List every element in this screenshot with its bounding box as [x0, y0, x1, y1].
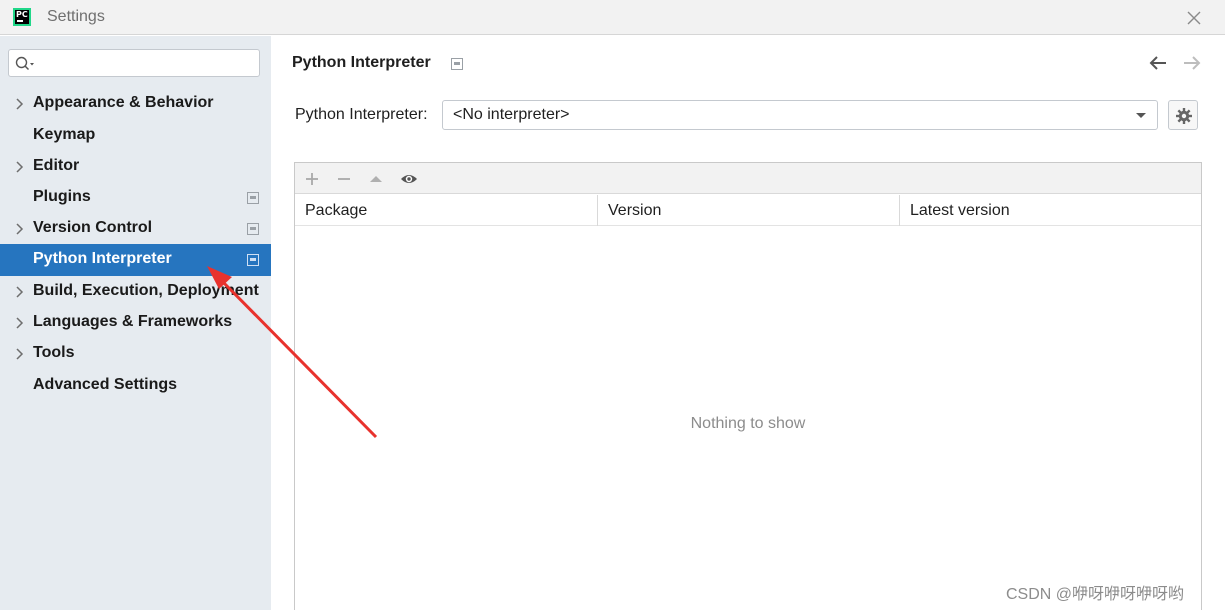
title-bar: PC Settings — [0, 0, 1225, 35]
sidebar-item-plugins[interactable]: Plugins — [0, 182, 271, 214]
sidebar-item-label: Appearance & Behavior — [33, 94, 214, 111]
chevron-right-icon[interactable] — [15, 286, 24, 298]
interpreter-label: Python Interpreter: — [295, 106, 428, 123]
sidebar-item-appearance-behavior[interactable]: Appearance & Behavior — [0, 88, 271, 120]
gear-icon — [1176, 108, 1192, 124]
interpreter-settings-button[interactable] — [1168, 100, 1198, 130]
column-header-version[interactable]: Version — [597, 195, 899, 226]
sidebar-item-label: Keymap — [33, 126, 96, 143]
remove-icon[interactable] — [335, 170, 353, 188]
upgrade-icon[interactable] — [367, 170, 385, 188]
chevron-right-icon[interactable] — [15, 98, 24, 110]
sidebar-item-label: Python Interpreter — [33, 250, 172, 267]
chevron-down-icon — [1136, 113, 1146, 118]
sidebar-item-languages-frameworks[interactable]: Languages & Frameworks — [0, 307, 271, 339]
sidebar-item-python-interpreter[interactable]: Python Interpreter — [0, 244, 271, 276]
sidebar-item-label: Version Control — [33, 219, 153, 236]
column-header-package[interactable]: Package — [295, 195, 597, 226]
project-scope-icon — [247, 192, 259, 204]
search-input[interactable] — [39, 53, 249, 73]
eye-icon[interactable] — [400, 170, 418, 188]
chevron-right-icon[interactable] — [15, 223, 24, 235]
window-title: Settings — [47, 8, 105, 25]
packages-panel: Package Version Latest version Nothing t… — [294, 162, 1202, 610]
python-interpreter-page: Python Interpreter Python Interpreter: <… — [271, 36, 1225, 610]
add-icon[interactable] — [303, 170, 321, 188]
chevron-right-icon[interactable] — [15, 161, 24, 173]
sidebar-item-keymap[interactable]: Keymap — [0, 120, 271, 152]
settings-search[interactable] — [8, 49, 260, 77]
sidebar-item-version-control[interactable]: Version Control — [0, 213, 271, 245]
chevron-right-icon[interactable] — [15, 317, 24, 329]
sidebar-item-label: Build, Execution, Deployment — [33, 282, 259, 299]
project-scope-icon — [247, 254, 259, 266]
sidebar-item-label: Tools — [33, 344, 75, 361]
sidebar-item-label: Editor — [33, 157, 80, 174]
settings-sidebar: Appearance & Behavior Keymap Editor Plugins… — [0, 36, 271, 610]
packages-toolbar — [295, 163, 1201, 194]
packages-table-header: Package Version Latest version — [295, 195, 1201, 226]
sidebar-item-build-execution-deployment[interactable]: Build, Execution, Deployment — [0, 276, 271, 308]
chevron-right-icon[interactable] — [15, 348, 24, 360]
search-icon — [15, 56, 34, 71]
back-arrow-icon[interactable] — [1148, 55, 1168, 71]
close-icon[interactable] — [1185, 9, 1203, 27]
column-header-latest-version[interactable]: Latest version — [899, 195, 1201, 226]
empty-table-message: Nothing to show — [690, 415, 806, 432]
sidebar-item-editor[interactable]: Editor — [0, 151, 271, 183]
sidebar-item-tools[interactable]: Tools — [0, 338, 271, 370]
interpreter-value: <No interpreter> — [453, 106, 570, 123]
forward-arrow-icon[interactable] — [1182, 55, 1202, 71]
project-scope-icon — [451, 58, 463, 70]
page-title: Python Interpreter — [292, 54, 431, 71]
sidebar-item-label: Plugins — [33, 188, 91, 205]
sidebar-item-label: Advanced Settings — [33, 376, 178, 393]
project-scope-icon — [247, 223, 259, 235]
pycharm-logo: PC — [13, 8, 31, 26]
interpreter-dropdown[interactable]: <No interpreter> — [442, 100, 1158, 130]
watermark: CSDN @咿呀咿呀咿呀哟 — [1006, 586, 1185, 603]
sidebar-item-advanced-settings[interactable]: Advanced Settings — [0, 370, 271, 402]
sidebar-item-label: Languages & Frameworks — [33, 313, 233, 330]
